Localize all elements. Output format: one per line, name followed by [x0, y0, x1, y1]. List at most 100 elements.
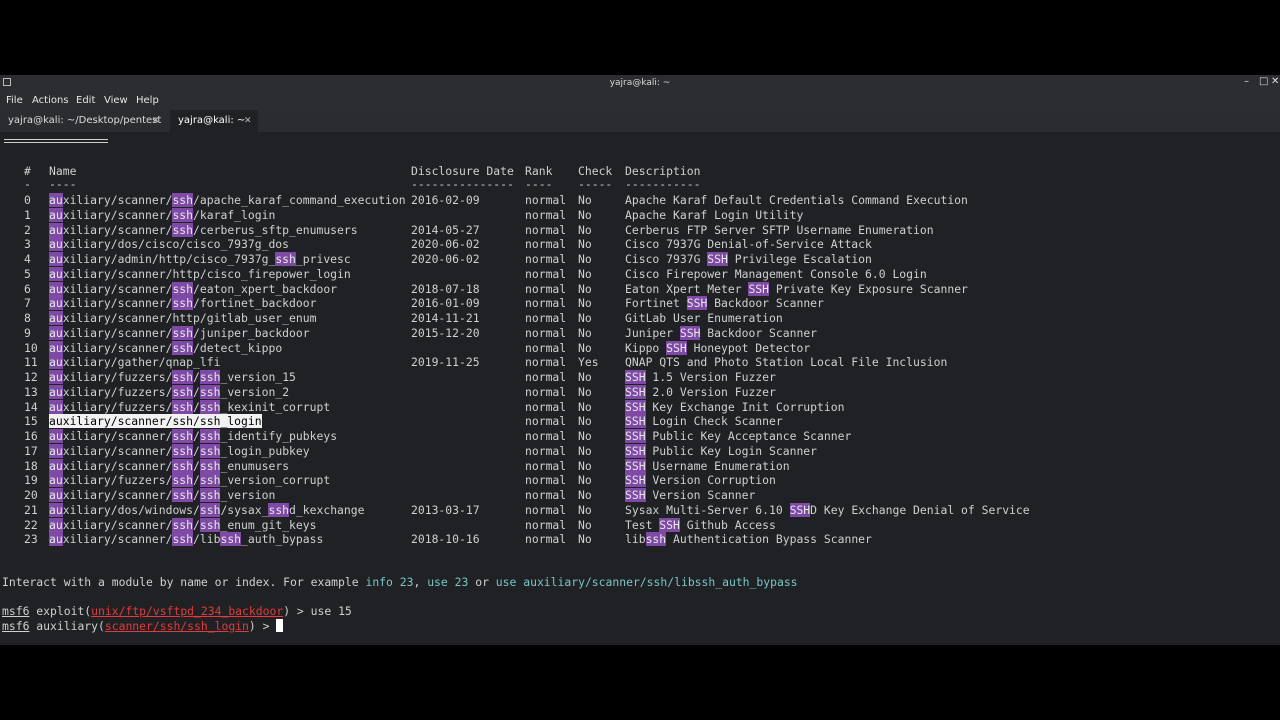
msf-label: msf6 — [2, 619, 30, 633]
row-disclosure-date: 2018-07-18 — [411, 281, 480, 296]
tab-pentest[interactable]: yajra@kali: ~/Desktop/pentest ✕ — [0, 110, 170, 132]
module-name-segment: auxiliary/scanner/ssh/ssh_login — [49, 414, 262, 429]
module-name-segment: ssh — [172, 532, 194, 547]
module-name-segment: ssh — [268, 502, 290, 517]
description-segment: ssh — [645, 532, 667, 547]
row-module-name: auxiliary/scanner/http/cisco_firepower_l… — [49, 266, 351, 281]
menu-file[interactable]: File — [6, 95, 23, 106]
module-name-segment: au — [49, 355, 63, 370]
description-segment: SSH — [748, 281, 770, 296]
description-segment: Username Enumeration — [645, 458, 790, 473]
interact-hint: Interact with a module by name or index.… — [2, 575, 798, 589]
description-segment: Authentication Bypass Scanner — [666, 532, 872, 547]
module-name-segment: ssh — [172, 488, 194, 502]
module-name-segment: xiliary/scanner/ — [62, 193, 173, 207]
row-description: Cisco 7937G Denial-of-Service Attack — [625, 237, 872, 251]
description-segment: Public Key Login Scanner — [645, 443, 818, 458]
module-name-segment: au — [49, 502, 63, 517]
module-name-segment: ssh — [199, 517, 221, 532]
description-segment: QNAP QTS and Photo Station Local File In… — [625, 355, 948, 370]
row-index: 16 — [24, 429, 38, 443]
module-name-segment: ssh — [172, 296, 194, 311]
row-module-name: auxiliary/fuzzers/ssh/ssh_version_corrup… — [49, 473, 330, 488]
module-name-segment: xiliary/fuzzers/ — [62, 370, 173, 384]
menu-edit[interactable]: Edit — [76, 95, 95, 106]
row-description: SSH Public Key Login Scanner — [625, 443, 818, 458]
description-segment: Cerberus FTP Server SFTP Username Enumer… — [625, 222, 934, 237]
row-index: 3 — [24, 237, 31, 252]
prompt-line-2[interactable]: msf6 auxiliary(scanner/ssh/ssh_login) > — [2, 619, 284, 633]
terminal-output[interactable]: # - Name ---- Disclosure Date ---------------… — [0, 132, 1280, 645]
description-segment: Apache Karaf Login Utility — [625, 207, 804, 222]
row-description: SSH Version Scanner — [625, 488, 755, 502]
row-description: Kippo SSH Honeypot Detector — [625, 340, 810, 355]
module-name-segment: au — [49, 222, 63, 237]
module-name-segment: /cerberus_sftp_enumusers — [193, 222, 358, 237]
row-module-name: auxiliary/scanner/ssh/ssh_enumusers — [49, 458, 289, 473]
module-name-segment: xiliary/scanner/ — [62, 325, 173, 340]
module-name-segment: / — [193, 458, 200, 473]
row-index: 5 — [24, 266, 31, 281]
prompt-end: ) > — [248, 619, 277, 633]
description-segment: Juniper — [625, 325, 680, 340]
module-name-segment: ssh — [172, 325, 194, 340]
row-index: 11 — [24, 355, 38, 370]
module-name-segment: xiliary/scanner/http/gitlab_user_enum — [62, 311, 317, 325]
hint-separator: or — [468, 575, 496, 589]
module-name-segment: au — [49, 281, 63, 296]
menu-bar: File Actions Edit View Help — [0, 92, 1280, 110]
tab-bar: yajra@kali: ~/Desktop/pentest ✕ yajra@ka… — [0, 110, 1280, 132]
column-header-underline: - — [24, 177, 31, 191]
close-icon[interactable]: ✕ — [1271, 76, 1279, 87]
module-name-segment: / — [193, 429, 200, 443]
column-header-date: Disclosure Date — [411, 164, 514, 178]
row-check: No — [578, 193, 592, 207]
scrollbar[interactable] — [1276, 132, 1280, 645]
module-name-segment: au — [49, 311, 63, 325]
prompt-end: ) > — [283, 604, 311, 618]
column-header-rank: Rank — [525, 164, 553, 178]
module-name-segment: ssh — [199, 488, 221, 502]
module-name-segment: xiliary/dos/windows/ — [62, 502, 200, 517]
row-check: No — [578, 532, 592, 547]
module-name-segment: xiliary/scanner/ — [62, 429, 173, 443]
row-index: 19 — [24, 473, 38, 488]
maximize-icon[interactable]: □ — [1259, 76, 1268, 87]
tab-close-icon[interactable]: ✕ — [244, 110, 252, 132]
menu-actions[interactable]: Actions — [32, 95, 69, 106]
column-header-underline: ----------- — [625, 177, 701, 191]
row-description: SSH Login Check Scanner — [625, 414, 783, 429]
module-name-segment: au — [49, 443, 63, 458]
description-segment: SSH — [625, 399, 646, 414]
menu-view[interactable]: View — [104, 95, 128, 106]
module-name-segment: / — [193, 517, 200, 532]
tab-home[interactable]: yajra@kali: ~ ✕ — [170, 110, 258, 132]
row-module-name: auxiliary/fuzzers/ssh/ssh_version_15 — [49, 370, 296, 384]
module-name-segment: _version_2 — [220, 384, 290, 399]
tab-close-icon[interactable]: ✕ — [152, 110, 160, 132]
menu-help[interactable]: Help — [136, 95, 159, 106]
module-name-segment: au — [49, 237, 63, 252]
description-segment: Backdoor Scanner — [707, 296, 824, 311]
module-name-segment: ssh — [220, 532, 242, 547]
row-rank: normal — [525, 414, 567, 429]
row-check: No — [578, 340, 592, 355]
module-name-segment: au — [49, 473, 63, 488]
description-segment: SSH — [707, 252, 728, 266]
row-description: GitLab User Enumeration — [625, 311, 783, 325]
tab-label: yajra@kali: ~ — [178, 115, 246, 126]
description-segment: Test — [625, 517, 660, 532]
module-name-segment: _enum_git_keys — [220, 517, 317, 532]
row-index: 17 — [24, 443, 38, 458]
column-header-name: Name — [49, 164, 77, 178]
module-name-segment: au — [49, 325, 63, 340]
row-index: 0 — [24, 193, 31, 207]
row-index: 2 — [24, 222, 31, 237]
row-index: 20 — [24, 488, 38, 502]
tab-label: yajra@kali: ~/Desktop/pentest — [8, 115, 162, 126]
row-index: 15 — [24, 414, 38, 429]
hint-separator: , — [413, 575, 428, 589]
row-check: No — [578, 281, 592, 296]
hint-info-command: info 23 — [365, 575, 414, 589]
minimize-icon[interactable]: – — [1244, 76, 1249, 87]
